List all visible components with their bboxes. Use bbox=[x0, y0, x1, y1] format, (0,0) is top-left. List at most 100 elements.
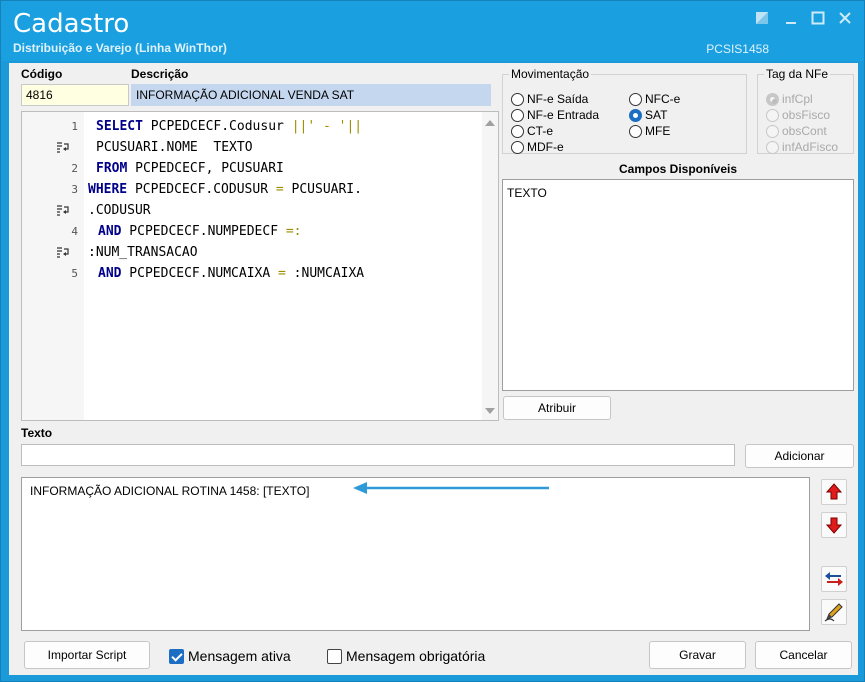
movimentacao-group: Movimentação NF-e Saída NF-e Entrada CT-… bbox=[502, 67, 747, 155]
checkbox-box-checked[interactable] bbox=[169, 648, 184, 664]
cadastro-window: Cadastro Distribuição e Varejo (Linha Wi… bbox=[0, 0, 865, 682]
texto-label: Texto bbox=[21, 426, 53, 440]
radio-infcpl[interactable]: infCpl bbox=[766, 91, 813, 107]
code-line[interactable]: 5 AND PCPEDCECF.NUMCAIXA = :NUMCAIXA bbox=[22, 263, 482, 284]
sql-editor[interactable]: 1 SELECT PCPEDCECF.Codusur ||' - '|| PCUSU… bbox=[21, 111, 499, 421]
code-line[interactable]: PCUSUARI.NOME TEXTO bbox=[22, 137, 482, 158]
list-item[interactable]: TEXTO bbox=[507, 186, 849, 200]
move-down-button[interactable] bbox=[821, 512, 847, 538]
adicionar-button[interactable]: Adicionar bbox=[745, 444, 854, 468]
scroll-down-icon[interactable] bbox=[485, 408, 495, 414]
sql-token: PCPEDCECF, PCUSUARI bbox=[127, 161, 284, 176]
tag-nfe-group: Tag da NFe infCpl obsFisco obsCont infAd… bbox=[757, 67, 854, 155]
annotation-arrow-icon bbox=[353, 482, 549, 494]
sql-code[interactable]: 1 SELECT PCPEDCECF.Codusur ||' - '|| PCUSU… bbox=[22, 116, 482, 284]
line-number: 4 bbox=[71, 225, 78, 238]
line-number: 5 bbox=[71, 267, 78, 280]
sql-token: PCUSUARI.NOME TEXTO bbox=[96, 140, 253, 155]
radio-sat[interactable]: SAT bbox=[629, 107, 667, 123]
radio-label: NFC-e bbox=[645, 92, 681, 106]
sql-token: :NUMCAIXA bbox=[285, 266, 365, 281]
radio-mdfe[interactable]: MDF-e bbox=[511, 139, 564, 155]
sql-token: PCPEDCECF.Codusur bbox=[142, 119, 292, 134]
messages-list[interactable]: INFORMAÇÃO ADICIONAL ROTINA 1458: [TEXTO… bbox=[21, 477, 810, 631]
sql-keyword: AND bbox=[98, 266, 122, 281]
radio-mfe[interactable]: MFE bbox=[629, 123, 670, 139]
sql-operator: ||' - '|| bbox=[291, 119, 363, 134]
pencil-icon bbox=[824, 603, 843, 622]
sql-operator: = bbox=[275, 182, 284, 197]
radio-obscont[interactable]: obsCont bbox=[766, 123, 827, 139]
code-line[interactable]: 1 SELECT PCPEDCECF.Codusur ||' - '|| bbox=[22, 116, 482, 137]
radio-label: obsFisco bbox=[782, 108, 831, 122]
code-line[interactable]: 4 AND PCPEDCECF.NUMPEDECF =: bbox=[22, 221, 482, 242]
line-number: 3 bbox=[71, 183, 78, 196]
scroll-up-icon[interactable] bbox=[485, 120, 495, 126]
radio-circle-selected[interactable] bbox=[766, 92, 779, 106]
mensagem-ativa-checkbox[interactable]: Mensagem ativa bbox=[169, 647, 291, 665]
importar-script-button[interactable]: Importar Script bbox=[24, 641, 150, 669]
radio-label: CT-e bbox=[527, 124, 554, 138]
descricao-field[interactable]: INFORMAÇÃO ADICIONAL VENDA SAT bbox=[131, 84, 491, 106]
close-icon[interactable] bbox=[836, 11, 854, 29]
sql-operator: =: bbox=[285, 224, 302, 239]
radio-circle[interactable] bbox=[629, 124, 642, 138]
code-line[interactable]: .CODUSUR bbox=[22, 200, 482, 221]
checkbox-box[interactable] bbox=[327, 648, 342, 664]
window-subtitle: Distribuição e Varejo (Linha WinThor) bbox=[13, 41, 227, 55]
radio-label: MDF-e bbox=[527, 140, 564, 154]
campos-list[interactable]: TEXTO bbox=[502, 179, 854, 391]
gravar-button[interactable]: Gravar bbox=[649, 641, 746, 669]
radio-label: SAT bbox=[645, 108, 668, 122]
maximize-icon[interactable] bbox=[809, 11, 827, 29]
edit-button[interactable] bbox=[821, 599, 847, 625]
radio-infadfisco[interactable]: infAdFisco bbox=[766, 139, 838, 155]
radio-circle[interactable] bbox=[766, 108, 779, 122]
code-text: SELECT PCPEDCECF.Codusur ||' - '|| bbox=[96, 116, 362, 137]
radio-circle[interactable] bbox=[511, 124, 524, 138]
checkbox-label: Mensagem obrigatória bbox=[346, 648, 486, 664]
minimize-icon[interactable] bbox=[782, 11, 800, 29]
arrow-up-icon bbox=[825, 483, 843, 500]
move-up-button[interactable] bbox=[821, 479, 847, 505]
atribuir-button[interactable]: Atribuir bbox=[503, 396, 611, 420]
radio-cte[interactable]: CT-e bbox=[511, 123, 553, 139]
radio-nfce[interactable]: NFC-e bbox=[629, 91, 680, 107]
texto-input[interactable] bbox=[21, 444, 735, 466]
code-text: AND PCPEDCECF.NUMCAIXA = :NUMCAIXA bbox=[98, 263, 364, 284]
restore-icon[interactable] bbox=[753, 11, 771, 29]
sql-token: .CODUSUR bbox=[88, 203, 151, 218]
radio-circle[interactable] bbox=[511, 92, 524, 106]
sql-token: :NUM_TRANSACAO bbox=[88, 245, 198, 260]
descricao-label: Descrição bbox=[131, 67, 189, 81]
sql-token: PCUSUARI. bbox=[283, 182, 362, 197]
radio-label: MFE bbox=[645, 124, 671, 138]
code-text: WHERE PCPEDCECF.CODUSUR = PCUSUARI. bbox=[88, 179, 362, 200]
swap-button[interactable] bbox=[821, 566, 847, 592]
editor-scrollbar[interactable] bbox=[482, 112, 498, 420]
radio-nfe-entrada[interactable]: NF-e Entrada bbox=[511, 107, 599, 123]
code-line[interactable]: 2 FROM PCPEDCECF, PCUSUARI bbox=[22, 158, 482, 179]
radio-circle[interactable] bbox=[629, 92, 642, 106]
radio-nfe-saida[interactable]: NF-e Saída bbox=[511, 91, 588, 107]
radio-label: NF-e Entrada bbox=[527, 108, 600, 122]
radio-label: infCpl bbox=[782, 92, 813, 106]
radio-circle[interactable] bbox=[766, 124, 779, 138]
codigo-field[interactable]: 4816 bbox=[21, 84, 129, 106]
mensagem-obrigatoria-checkbox[interactable]: Mensagem obrigatória bbox=[327, 647, 485, 665]
routine-code: PCSIS1458 bbox=[706, 42, 769, 56]
radio-circle[interactable] bbox=[766, 140, 779, 154]
radio-obsfisco[interactable]: obsFisco bbox=[766, 107, 830, 123]
sql-keyword: WHERE bbox=[88, 182, 128, 197]
campos-disponiveis-title: Campos Disponíveis bbox=[618, 162, 738, 176]
radio-circle[interactable] bbox=[511, 140, 524, 154]
radio-circle[interactable] bbox=[511, 108, 524, 122]
tag-nfe-label: Tag da NFe bbox=[764, 67, 831, 81]
radio-circle-selected[interactable] bbox=[629, 108, 642, 122]
cancelar-button[interactable]: Cancelar bbox=[755, 641, 852, 669]
form-body: Código 4816 Descrição INFORMAÇÃO ADICION… bbox=[9, 63, 858, 675]
code-line[interactable]: 3 WHERE PCPEDCECF.CODUSUR = PCUSUARI. bbox=[22, 179, 482, 200]
code-line[interactable]: :NUM_TRANSACAO bbox=[22, 242, 482, 263]
radio-label: NF-e Saída bbox=[527, 92, 589, 106]
code-text: :NUM_TRANSACAO bbox=[88, 242, 198, 263]
